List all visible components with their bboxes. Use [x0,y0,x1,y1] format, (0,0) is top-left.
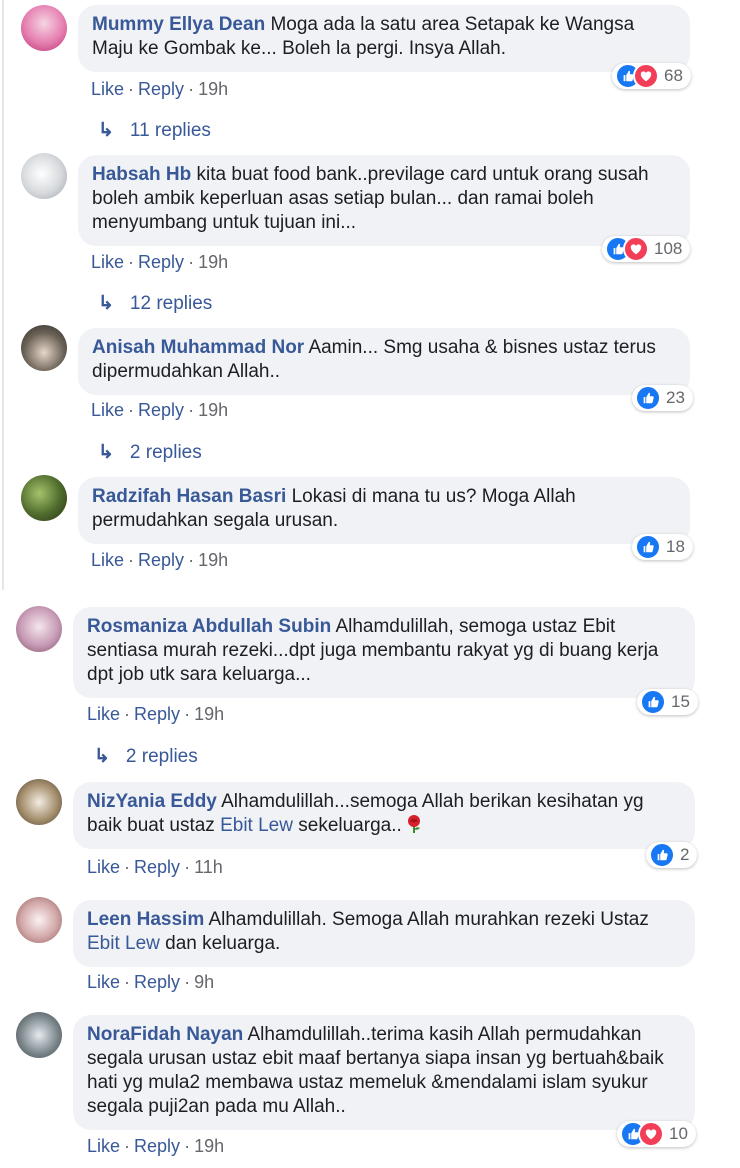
heart-icon [633,63,659,89]
comment-author[interactable]: Leen Hassim [87,909,204,930]
thumbs-up-icon [640,689,666,715]
comment-bubble: Leen Hassim Alhamdulillah. Semoga Allah … [73,900,695,967]
comment-actions: Like · Reply · 11h [87,857,223,877]
comment-bubble: NizYania Eddy Alhamdulillah...semoga All… [73,782,695,849]
reaction-count[interactable]: 10 [617,1121,696,1147]
like-link[interactable]: Like [91,252,124,272]
reply-link[interactable]: Reply [138,550,184,570]
thread-line [2,0,4,590]
comment-author[interactable]: Mummy Ellya Dean [92,14,265,35]
reply-link[interactable]: Reply [134,1136,180,1156]
comment-bubble: Anisah Muhammad Nor Aamin... Smg usaha &… [78,328,690,395]
like-link[interactable]: Like [87,1136,120,1156]
heart-icon [638,1121,664,1147]
view-replies-link[interactable]: ↳ 2 replies [94,745,198,768]
avatar[interactable] [16,779,62,825]
thumbs-up-icon [635,385,661,411]
like-link[interactable]: Like [87,704,120,724]
reply-link[interactable]: Reply [138,400,184,420]
comment-actions: Like · Reply · 19h [91,252,229,272]
timestamp[interactable]: 19h [194,1136,224,1156]
reaction-count[interactable]: 15 [637,689,698,715]
comment-bubble: Radzifah Hasan Basri Lokasi di mana tu u… [78,477,690,544]
comment-actions: Like · Reply · 19h [91,79,229,99]
timestamp[interactable]: 11h [194,857,223,877]
reply-arrow-icon: ↳ [94,746,110,767]
avatar[interactable] [16,606,62,652]
timestamp[interactable]: 19h [198,400,228,420]
timestamp[interactable]: 9h [194,972,214,992]
comment-actions: Like · Reply · 19h [91,550,229,570]
reaction-count[interactable]: 108 [602,236,691,262]
comment-actions: Like · Reply · 19h [87,704,225,724]
reply-link[interactable]: Reply [134,972,180,992]
reply-arrow-icon: ↳ [98,120,114,141]
reply-link[interactable]: Reply [138,79,184,99]
comment-text: Alhamdulillah. Semoga Allah murahkan rez… [208,909,649,930]
like-link[interactable]: Like [91,79,124,99]
reaction-count[interactable]: 2 [646,842,698,868]
comment-text: dan keluarga. [165,933,281,954]
view-replies-link[interactable]: ↳ 12 replies [98,292,212,315]
comment-text: sekeluarga.. [298,815,402,836]
comment-author[interactable]: Radzifah Hasan Basri [92,486,286,507]
comment-bubble: Habsah Hb kita buat food bank..previlage… [78,155,690,246]
avatar[interactable] [16,1012,62,1058]
reply-link[interactable]: Reply [134,704,180,724]
comment-author[interactable]: Anisah Muhammad Nor [92,337,304,358]
comment-author[interactable]: Rosmaniza Abdullah Subin [87,616,331,637]
rose-icon [404,814,424,841]
comment-bubble: Rosmaniza Abdullah Subin Alhamdulillah, … [73,607,695,698]
thumbs-up-icon [635,534,661,560]
like-link[interactable]: Like [87,972,120,992]
like-link[interactable]: Like [87,857,120,877]
reply-arrow-icon: ↳ [98,442,114,463]
comment-author[interactable]: NizYania Eddy [87,791,217,812]
comment-actions: Like · Reply · 9h [87,972,215,992]
avatar[interactable] [21,153,67,199]
mention-link[interactable]: Ebit Lew [87,933,160,954]
reaction-count[interactable]: 18 [632,534,693,560]
comment-actions: Like · Reply · 19h [91,400,229,420]
like-link[interactable]: Like [91,400,124,420]
reaction-count[interactable]: 68 [612,63,691,89]
reply-link[interactable]: Reply [134,857,180,877]
comment-bubble: Mummy Ellya Dean Moga ada la satu area S… [78,5,690,72]
avatar[interactable] [21,5,67,51]
thumbs-up-icon [649,842,675,868]
timestamp[interactable]: 19h [198,79,228,99]
view-replies-link[interactable]: ↳ 2 replies [98,441,202,464]
mention-link[interactable]: Ebit Lew [220,815,293,836]
avatar[interactable] [16,897,62,943]
avatar[interactable] [21,325,67,371]
comment-author[interactable]: NoraFidah Nayan [87,1024,243,1045]
avatar[interactable] [21,475,67,521]
timestamp[interactable]: 19h [198,550,228,570]
comment-author[interactable]: Habsah Hb [92,164,191,185]
reply-link[interactable]: Reply [138,252,184,272]
comment-bubble: NoraFidah Nayan Alhamdulillah..terima ka… [73,1015,695,1130]
like-link[interactable]: Like [91,550,124,570]
reaction-count[interactable]: 23 [632,385,693,411]
heart-icon [623,236,649,262]
reply-arrow-icon: ↳ [98,293,114,314]
view-replies-link[interactable]: ↳ 11 replies [98,119,211,142]
timestamp[interactable]: 19h [198,252,228,272]
comment-actions: Like · Reply · 19h [87,1136,225,1156]
timestamp[interactable]: 19h [194,704,224,724]
